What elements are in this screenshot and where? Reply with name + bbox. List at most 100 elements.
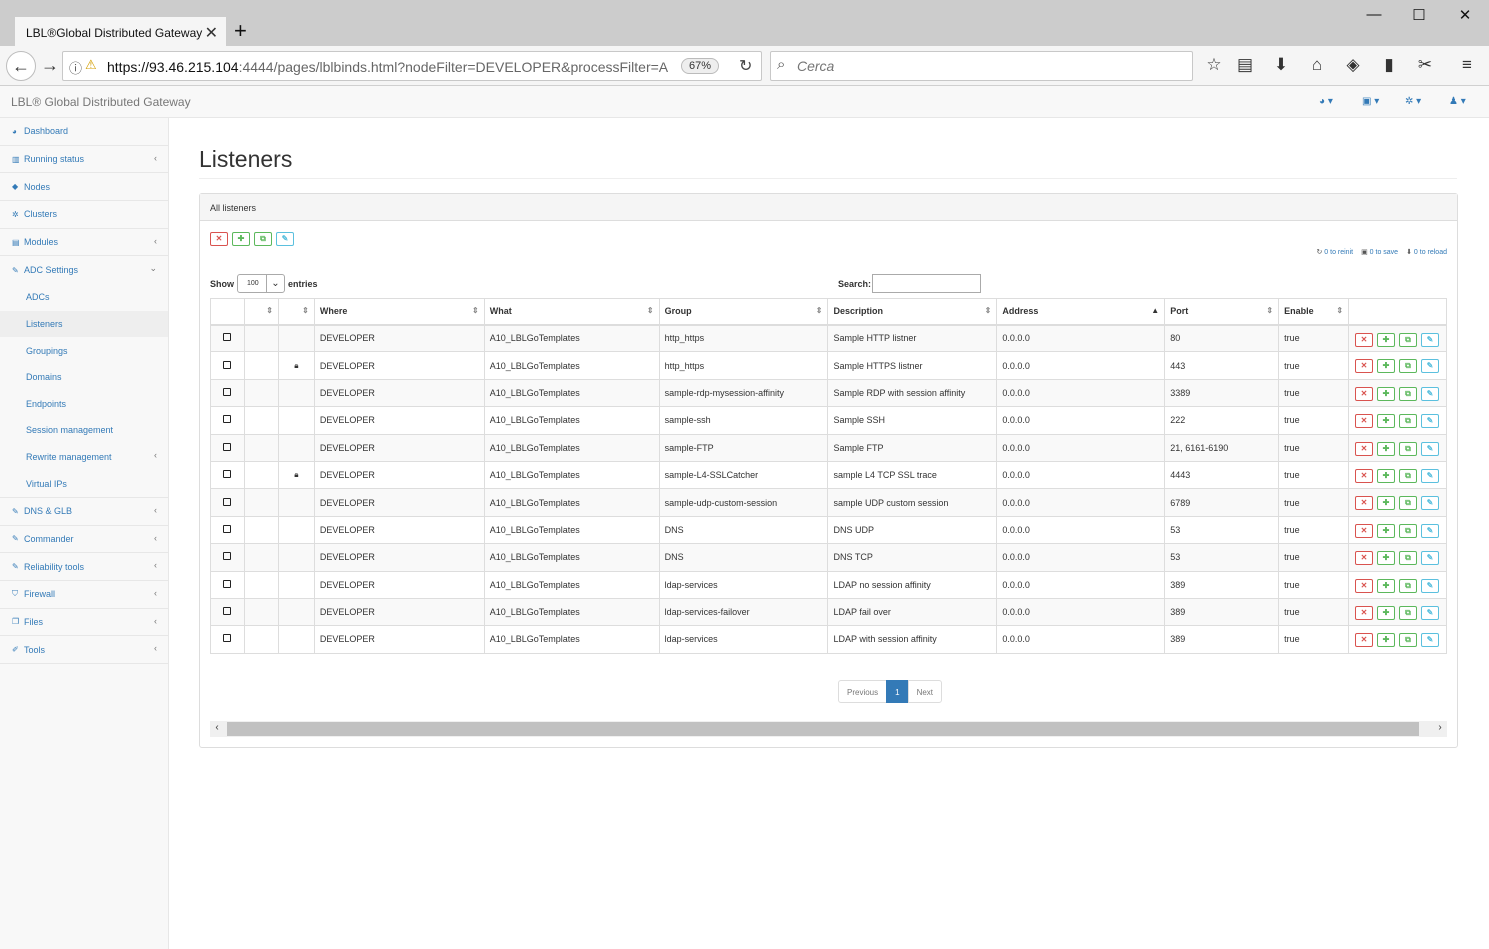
- row-checkbox[interactable]: [223, 634, 232, 643]
- pocket-icon[interactable]: ◈: [1342, 55, 1364, 75]
- scrollbar-thumb[interactable]: [227, 722, 1419, 736]
- row-copy-button[interactable]: ⧉: [1399, 468, 1418, 483]
- pagination-page-button[interactable]: 1: [886, 680, 909, 703]
- table-row[interactable]: DEVELOPER A10_LBLGoTemplates http_https Sam…: [210, 323, 1447, 353]
- row-add-button[interactable]: ✚: [1377, 578, 1396, 593]
- sidebar-item-dns-glb[interactable]: ✎ DNS & GLB ‹: [0, 498, 168, 526]
- row-delete-button[interactable]: ✕: [1355, 468, 1374, 483]
- table-row[interactable]: DEVELOPER A10_LBLGoTemplates sample-ssh Sam…: [210, 406, 1447, 435]
- reload-link[interactable]: ⬇ 0 to reload: [1406, 248, 1447, 256]
- table-row[interactable]: DEVELOPER A10_LBLGoTemplates DNS DNS TCP 0.0…: [210, 543, 1447, 572]
- row-delete-button[interactable]: ✕: [1355, 578, 1374, 593]
- row-delete-button[interactable]: ✕: [1355, 414, 1374, 429]
- table-row[interactable]: 🔒︎ DEVELOPER A10_LBLGoTemplates http_https S…: [210, 351, 1447, 380]
- close-window-icon[interactable]: ✕: [1455, 6, 1475, 24]
- row-copy-button[interactable]: ⧉: [1399, 414, 1418, 429]
- scroll-left-icon[interactable]: ‹: [210, 722, 224, 733]
- sidebar-sub-virtual-ips[interactable]: Virtual IPs: [0, 470, 168, 497]
- row-edit-button[interactable]: ✎: [1421, 386, 1440, 401]
- row-add-button[interactable]: ✚: [1377, 386, 1396, 401]
- column-header-status[interactable]: ⇕: [243, 298, 279, 326]
- sidebar-item-adc-settings[interactable]: ✎ ADC Settings ⌄: [0, 256, 168, 284]
- row-copy-button[interactable]: ⧉: [1399, 359, 1418, 374]
- column-header-description[interactable]: Description ⇕: [827, 298, 998, 326]
- reload-icon[interactable]: ↻: [739, 56, 752, 76]
- column-header-enable[interactable]: Enable ⇕: [1278, 298, 1350, 326]
- minimize-icon[interactable]: —: [1364, 6, 1384, 23]
- menu-icon[interactable]: ≡: [1456, 55, 1478, 75]
- table-row[interactable]: DEVELOPER A10_LBLGoTemplates sample-FTP Sam…: [210, 433, 1447, 462]
- table-row[interactable]: 🔒︎ DEVELOPER A10_LBLGoTemplates sample-L4-S…: [210, 460, 1447, 490]
- edit-selected-button[interactable]: ✎: [276, 232, 294, 246]
- row-checkbox[interactable]: [223, 360, 232, 369]
- row-copy-button[interactable]: ⧉: [1399, 633, 1418, 648]
- browser-search[interactable]: ⌕: [770, 51, 1193, 81]
- row-checkbox[interactable]: [223, 579, 232, 588]
- user-menu-icon[interactable]: ♟ ▾: [1449, 96, 1466, 107]
- sidebar-item-reliability-tools[interactable]: ✎ Reliability tools ‹: [0, 553, 168, 581]
- row-checkbox[interactable]: [223, 442, 232, 451]
- column-header-what[interactable]: What ⇕: [483, 298, 660, 326]
- sidebar-sub-groupings[interactable]: Groupings: [0, 337, 168, 364]
- sidebar-item-files[interactable]: ❐ Files ‹: [0, 609, 168, 637]
- column-header-port[interactable]: Port ⇕: [1164, 298, 1280, 326]
- row-copy-button[interactable]: ⧉: [1399, 605, 1418, 620]
- row-delete-button[interactable]: ✕: [1355, 441, 1374, 456]
- scroll-right-icon[interactable]: ›: [1433, 722, 1447, 733]
- row-add-button[interactable]: ✚: [1377, 359, 1396, 374]
- app-brand[interactable]: LBL® Global Distributed Gateway: [11, 95, 191, 109]
- row-checkbox[interactable]: [223, 552, 232, 561]
- sidebar-sub-listeners[interactable]: Listeners: [0, 310, 168, 338]
- row-edit-button[interactable]: ✎: [1421, 523, 1440, 538]
- info-icon[interactable]: ⓘ: [69, 58, 82, 77]
- row-copy-button[interactable]: ⧉: [1399, 523, 1418, 538]
- row-delete-button[interactable]: ✕: [1355, 605, 1374, 620]
- browser-tab[interactable]: LBL®Global Distributed Gateway ✕: [15, 17, 226, 46]
- row-checkbox[interactable]: [223, 497, 232, 506]
- pagination-previous-button[interactable]: Previous: [838, 680, 888, 703]
- row-add-button[interactable]: ✚: [1377, 605, 1396, 620]
- zoom-indicator[interactable]: 67%: [681, 58, 720, 74]
- row-edit-button[interactable]: ✎: [1421, 441, 1440, 456]
- row-checkbox[interactable]: [223, 415, 232, 424]
- column-header-select[interactable]: [210, 298, 245, 326]
- row-edit-button[interactable]: ✎: [1421, 496, 1440, 511]
- download-icon[interactable]: ⬇: [1270, 55, 1292, 75]
- row-copy-button[interactable]: ⧉: [1399, 551, 1418, 566]
- url-bar[interactable]: ⓘ ⚠ https://93.46.215.104:4444/pages/lbl…: [62, 51, 762, 81]
- row-copy-button[interactable]: ⧉: [1399, 332, 1418, 347]
- sidebar-item-clusters[interactable]: ✲ Clusters: [0, 201, 168, 229]
- maximize-icon[interactable]: ☐: [1409, 6, 1429, 24]
- horizontal-scrollbar[interactable]: ‹ ›: [210, 721, 1447, 737]
- column-header-address[interactable]: Address ▲: [996, 298, 1166, 326]
- table-search-input[interactable]: [872, 274, 982, 293]
- row-edit-button[interactable]: ✎: [1421, 468, 1440, 483]
- column-header-group[interactable]: Group ⇕: [658, 298, 829, 326]
- add-listener-button[interactable]: ✚: [232, 232, 250, 246]
- row-checkbox[interactable]: [223, 607, 232, 616]
- sidebar-item-tools[interactable]: ✐ Tools ‹: [0, 636, 168, 664]
- browser-search-input[interactable]: [797, 57, 1177, 75]
- row-copy-button[interactable]: ⧉: [1399, 441, 1418, 456]
- save-menu-icon[interactable]: ▣ ▾: [1362, 96, 1379, 107]
- row-add-button[interactable]: ✚: [1377, 551, 1396, 566]
- sidebar-sub-adcs[interactable]: ADCs: [0, 284, 168, 311]
- row-copy-button[interactable]: ⧉: [1399, 578, 1418, 593]
- row-add-button[interactable]: ✚: [1377, 496, 1396, 511]
- table-row[interactable]: DEVELOPER A10_LBLGoTemplates DNS DNS UDP 0.0…: [210, 515, 1447, 545]
- reinit-link[interactable]: ↻ 0 to reinit: [1316, 248, 1353, 256]
- reading-list-icon[interactable]: ▤: [1234, 55, 1256, 75]
- sidebar-item-nodes[interactable]: ◆ Nodes: [0, 173, 168, 202]
- sidebar-item-running-status[interactable]: ▥ Running status ‹: [0, 146, 168, 174]
- column-header-lock[interactable]: ⇕: [277, 298, 315, 326]
- delete-selected-button[interactable]: ✕: [210, 232, 228, 246]
- sidebar-sub-session-management[interactable]: Session management: [0, 417, 168, 444]
- row-checkbox[interactable]: [223, 470, 232, 479]
- table-row[interactable]: DEVELOPER A10_LBLGoTemplates ldap-services…: [210, 570, 1447, 599]
- table-row[interactable]: DEVELOPER A10_LBLGoTemplates sample-udp-cu…: [210, 488, 1447, 517]
- bookmark-star-icon[interactable]: ☆: [1203, 55, 1225, 75]
- row-add-button[interactable]: ✚: [1377, 633, 1396, 648]
- sidebar-sub-domains[interactable]: Domains: [0, 364, 168, 391]
- row-edit-button[interactable]: ✎: [1421, 578, 1440, 593]
- row-checkbox[interactable]: [223, 524, 232, 533]
